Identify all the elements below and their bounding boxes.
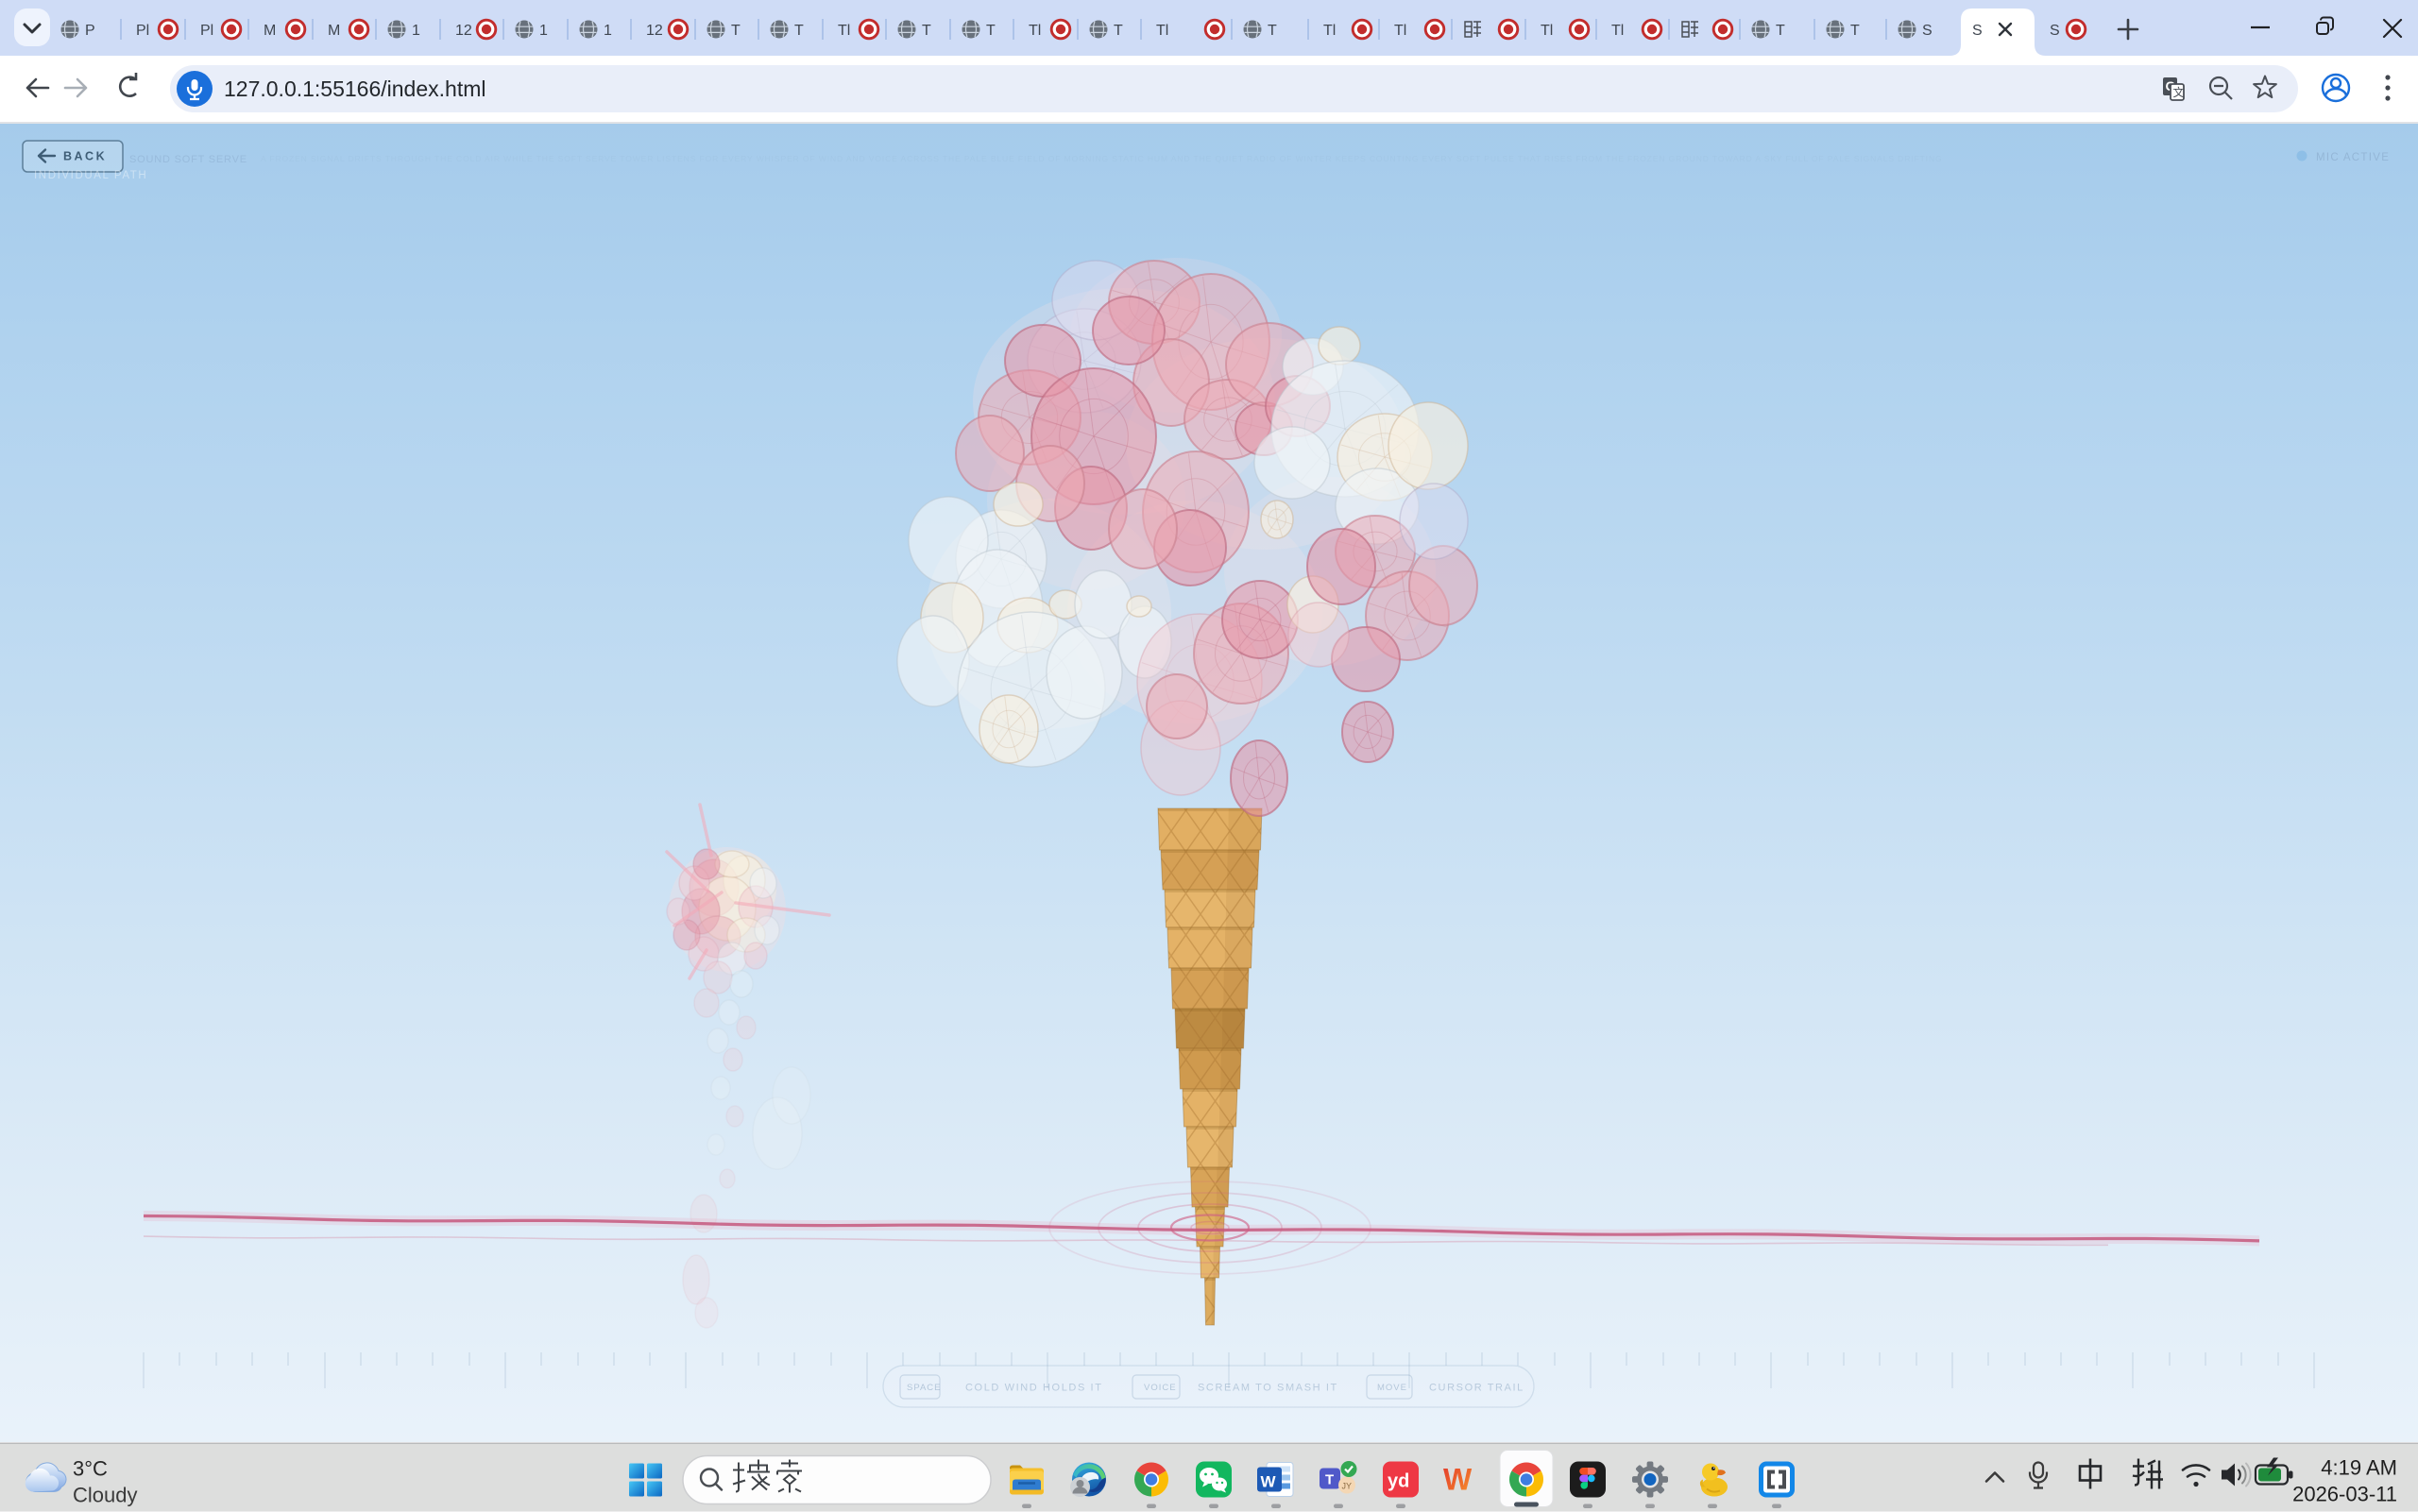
- svg-text:12: 12: [646, 23, 663, 39]
- svg-text:1: 1: [539, 23, 548, 39]
- svg-text:M: M: [264, 23, 276, 39]
- svg-text:COLD WIND HOLDS IT: COLD WIND HOLDS IT: [965, 1383, 1103, 1394]
- svg-text:T: T: [731, 23, 741, 39]
- svg-text:S: S: [2050, 23, 2060, 39]
- svg-text:Tl: Tl: [1029, 23, 1041, 39]
- svg-text:4:19 AM: 4:19 AM: [2321, 1456, 2397, 1480]
- svg-text:3°C: 3°C: [73, 1457, 108, 1481]
- svg-text:MIC ACTIVE: MIC ACTIVE: [2316, 152, 2390, 163]
- svg-text:BACK: BACK: [63, 150, 107, 163]
- svg-text:SCREAM TO SMASH IT: SCREAM TO SMASH IT: [1198, 1383, 1338, 1394]
- svg-text:INDIVIDUAL PATH: INDIVIDUAL PATH: [34, 170, 147, 181]
- svg-text:W: W: [1443, 1463, 1473, 1497]
- svg-text:W: W: [1261, 1473, 1277, 1491]
- svg-text:A FROZEN SIGNAL DRIFTS THROUGH: A FROZEN SIGNAL DRIFTS THROUGH THE COLD …: [261, 154, 1943, 163]
- svg-text:JY: JY: [1342, 1482, 1353, 1491]
- svg-text:Tl: Tl: [1156, 23, 1168, 39]
- svg-text:2026-03-11: 2026-03-11: [2292, 1483, 2397, 1506]
- svg-text:T: T: [794, 23, 804, 39]
- svg-text:T: T: [986, 23, 996, 39]
- svg-text:T: T: [1114, 23, 1123, 39]
- svg-text:T: T: [922, 23, 931, 39]
- svg-text:SPACE: SPACE: [907, 1383, 942, 1393]
- svg-text:12: 12: [455, 23, 472, 39]
- svg-text:1: 1: [412, 23, 420, 39]
- svg-text:Tl: Tl: [1394, 23, 1406, 39]
- svg-text:Tl: Tl: [838, 23, 850, 39]
- svg-text:S: S: [1922, 23, 1933, 39]
- svg-text:CURSOR TRAIL: CURSOR TRAIL: [1429, 1383, 1524, 1394]
- svg-text:SOUND SOFT SERVE: SOUND SOFT SERVE: [129, 154, 247, 165]
- svg-text:Tl: Tl: [1323, 23, 1336, 39]
- svg-text:S: S: [1972, 23, 1983, 39]
- svg-text:P: P: [85, 23, 95, 39]
- svg-text:T: T: [1850, 23, 1860, 39]
- svg-text:T: T: [1325, 1472, 1334, 1488]
- svg-text:Cloudy: Cloudy: [73, 1484, 137, 1507]
- svg-text:MOVE: MOVE: [1377, 1383, 1407, 1393]
- svg-text:文: 文: [2173, 85, 2185, 99]
- svg-text:M: M: [328, 23, 340, 39]
- svg-text:127.0.0.1:55166/index.html: 127.0.0.1:55166/index.html: [224, 76, 485, 101]
- svg-text:yd: yd: [1388, 1471, 1409, 1492]
- svg-text:Pl: Pl: [136, 23, 149, 39]
- svg-text:VOICE: VOICE: [1144, 1383, 1177, 1393]
- svg-text:Pl: Pl: [200, 23, 213, 39]
- svg-text:1: 1: [604, 23, 612, 39]
- svg-text:T: T: [1268, 23, 1277, 39]
- svg-text:Tl: Tl: [1541, 23, 1553, 39]
- svg-text:Tl: Tl: [1611, 23, 1624, 39]
- svg-text:T: T: [1776, 23, 1785, 39]
